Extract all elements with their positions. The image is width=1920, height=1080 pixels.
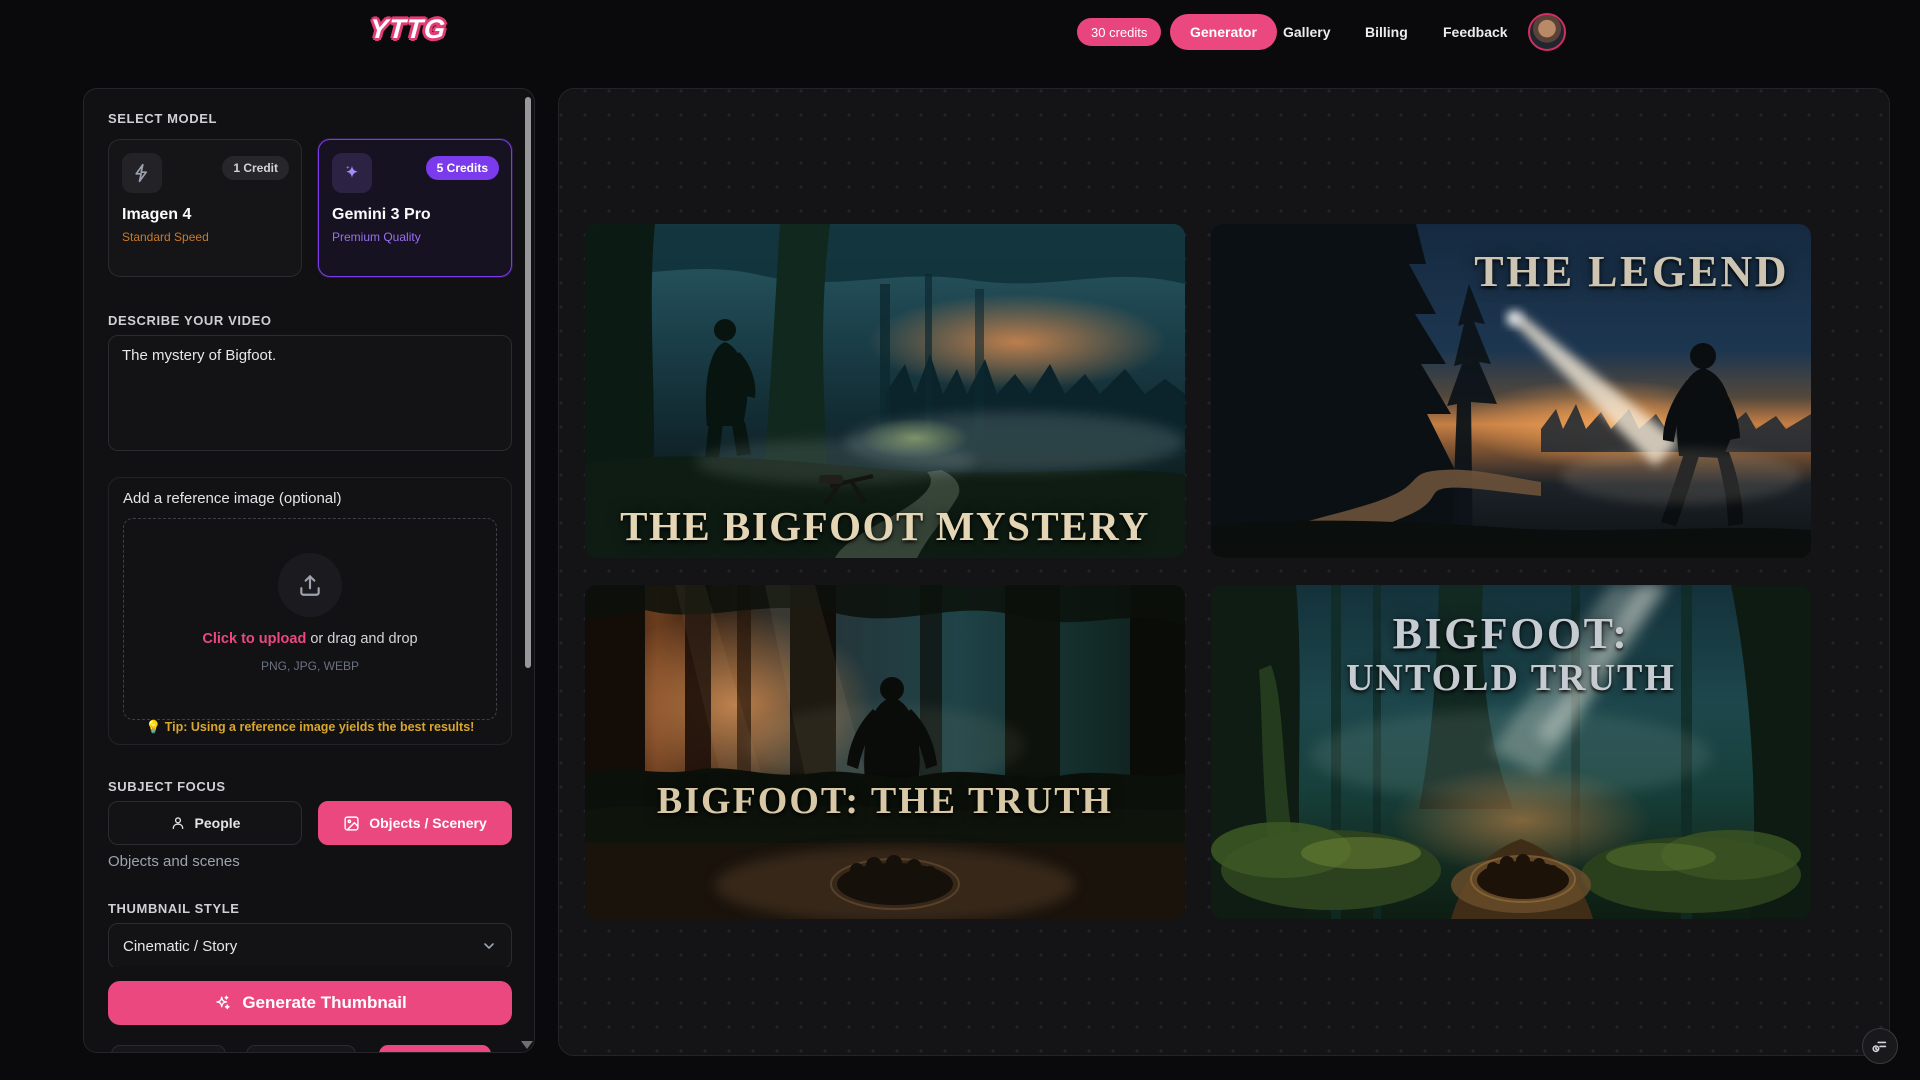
model-subtitle: Premium Quality bbox=[332, 230, 421, 244]
reference-image-card: Add a reference image (optional) Click t… bbox=[108, 477, 512, 745]
model-credit-badge: 5 Credits bbox=[426, 156, 499, 180]
drag-drop-text: or drag and drop bbox=[306, 631, 417, 647]
upload-dropzone[interactable]: Click to upload or drag and drop PNG, JP… bbox=[123, 518, 497, 720]
clipped-button[interactable] bbox=[246, 1045, 356, 1053]
reference-tip: 💡 Tip: Using a reference image yields th… bbox=[109, 720, 511, 735]
top-nav: YTTG 30 credits Generator Gallery Billin… bbox=[0, 0, 1920, 64]
nav-generator-button[interactable]: Generator bbox=[1170, 14, 1277, 50]
selected-style-value: Cinematic / Story bbox=[123, 938, 237, 955]
model-name: Imagen 4 bbox=[122, 206, 191, 224]
nav-link-feedback[interactable]: Feedback bbox=[1443, 24, 1508, 40]
model-name: Gemini 3 Pro bbox=[332, 206, 431, 224]
person-icon bbox=[170, 815, 186, 831]
upload-instruction: Click to upload or drag and drop bbox=[124, 631, 496, 647]
generated-thumbnail-3[interactable]: BIGFOOT: THE TRUTH bbox=[585, 585, 1185, 919]
generated-thumbnail-4[interactable]: BIGFOOT: UNTOLD TRUTH bbox=[1211, 585, 1811, 919]
history-list-icon bbox=[1871, 1037, 1889, 1055]
credits-badge[interactable]: 30 credits bbox=[1077, 18, 1161, 46]
chevron-down-icon bbox=[481, 938, 497, 954]
thumbnail-4-title-line2: UNTOLD TRUTH bbox=[1211, 658, 1811, 698]
thumbnail-3-title: BIGFOOT: THE TRUTH bbox=[585, 779, 1185, 823]
image-icon bbox=[343, 815, 360, 832]
focus-option-label: People bbox=[195, 815, 241, 831]
model-card-imagen4[interactable]: 1 Credit Imagen 4 Standard Speed bbox=[108, 139, 302, 277]
upload-icon bbox=[278, 553, 342, 617]
scrollbar-down-arrow-icon[interactable] bbox=[521, 1041, 533, 1049]
focus-option-objects-scenery[interactable]: Objects / Scenery bbox=[318, 801, 512, 845]
click-to-upload-link[interactable]: Click to upload bbox=[202, 631, 306, 647]
thumbnail-results-grid: THE BIGFOOT MYSTERY bbox=[585, 224, 1811, 919]
subject-focus-heading: SUBJECT FOCUS bbox=[108, 779, 226, 794]
app-root: YTTG 30 credits Generator Gallery Billin… bbox=[0, 0, 1920, 1080]
video-description-input[interactable]: The mystery of Bigfoot. bbox=[108, 335, 512, 451]
lightning-icon bbox=[122, 153, 162, 193]
app-logo: YTTG bbox=[369, 14, 447, 45]
thumbnail-4-title-line1: BIGFOOT: bbox=[1211, 611, 1811, 658]
model-cards: 1 Credit Imagen 4 Standard Speed 5 Credi… bbox=[108, 139, 512, 277]
generated-thumbnail-1[interactable]: THE BIGFOOT MYSTERY bbox=[585, 224, 1185, 558]
model-card-gemini3pro[interactable]: 5 Credits Gemini 3 Pro Premium Quality bbox=[318, 139, 512, 277]
user-avatar[interactable] bbox=[1528, 13, 1566, 51]
history-button[interactable] bbox=[1862, 1028, 1898, 1064]
sparkle-icon bbox=[332, 153, 372, 193]
generated-thumbnail-2[interactable]: THE LEGEND bbox=[1211, 224, 1811, 558]
generate-thumbnail-button[interactable]: Generate Thumbnail bbox=[108, 981, 512, 1025]
thumbnail-3-art bbox=[585, 585, 1185, 919]
thumbnail-1-title: THE BIGFOOT MYSTERY bbox=[585, 502, 1185, 550]
nav-link-billing[interactable]: Billing bbox=[1365, 24, 1408, 40]
thumbnail-2-title: THE LEGEND bbox=[1474, 246, 1789, 297]
generator-sidebar: SELECT MODEL 1 Credit Imagen 4 Standard … bbox=[83, 88, 535, 1053]
subject-focus-options: People Objects / Scenery bbox=[108, 801, 512, 845]
nav-link-gallery[interactable]: Gallery bbox=[1283, 24, 1330, 40]
upload-formats: PNG, JPG, WEBP bbox=[124, 659, 496, 673]
clipped-button[interactable] bbox=[379, 1045, 491, 1053]
focus-option-label: Objects / Scenery bbox=[369, 815, 487, 831]
thumbnail-style-select[interactable]: Cinematic / Story bbox=[108, 923, 512, 969]
clipped-button[interactable] bbox=[111, 1045, 226, 1053]
describe-heading: DESCRIBE YOUR VIDEO bbox=[108, 313, 272, 328]
focus-option-people[interactable]: People bbox=[108, 801, 302, 845]
thumbnail-style-heading: THUMBNAIL STYLE bbox=[108, 901, 240, 916]
sidebar-scrollbar-thumb[interactable] bbox=[525, 97, 531, 668]
results-panel: THE BIGFOOT MYSTERY bbox=[558, 88, 1890, 1056]
model-credit-badge: 1 Credit bbox=[222, 156, 289, 180]
reference-label: Add a reference image (optional) bbox=[123, 490, 341, 507]
sparkles-icon bbox=[213, 994, 232, 1013]
select-model-heading: SELECT MODEL bbox=[108, 111, 217, 126]
model-subtitle: Standard Speed bbox=[122, 230, 209, 244]
subject-focus-description: Objects and scenes bbox=[108, 853, 240, 870]
generate-button-label: Generate Thumbnail bbox=[242, 993, 406, 1013]
thumbnail-4-title: BIGFOOT: UNTOLD TRUTH bbox=[1211, 611, 1811, 698]
